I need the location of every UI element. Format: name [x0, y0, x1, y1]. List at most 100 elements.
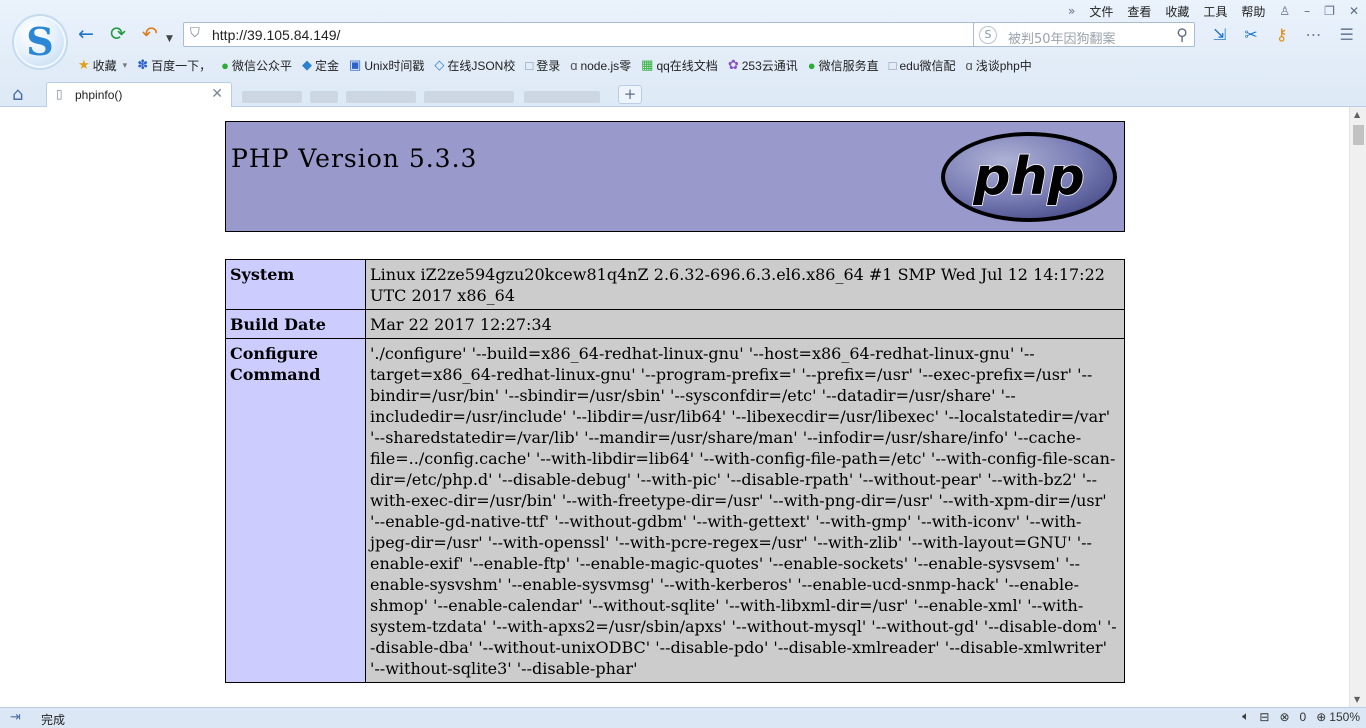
bookmark-label: node.js零 — [580, 58, 632, 73]
restore-icon[interactable]: ❐ — [1317, 4, 1342, 18]
status-tools: 🔈︎ ⊟ ⊗ 0 ⊕ 150% — [1232, 709, 1360, 724]
bookmark-item[interactable]: ★ 收藏 ▾ — [78, 57, 127, 74]
more-icon[interactable]: ⋯ — [1297, 25, 1331, 44]
menu-file[interactable]: 文件 — [1082, 3, 1120, 20]
bookmark-item[interactable]: ▦ qq在线文档 — [641, 57, 718, 74]
bookmark-icon: ɑ — [570, 57, 578, 73]
toolbar-icons: ⇲ ✂ ⚷ ⋯ ☰ — [1204, 22, 1363, 47]
skin-icon[interactable]: ♙ — [1272, 4, 1297, 18]
menu-help[interactable]: 帮助 — [1234, 3, 1272, 20]
bookmark-icon: ◆ — [302, 57, 312, 72]
volume-icon[interactable]: 🔈︎ — [1242, 709, 1249, 724]
php-version-header: PHP Version 5.3.3 php — [225, 121, 1125, 232]
search-box[interactable]: S 被判50年因狗翻案 ⚲ — [973, 22, 1195, 47]
row-value: './configure' '--build=x86_64-redhat-lin… — [365, 338, 1125, 683]
search-icon[interactable]: ⚲ — [1176, 25, 1188, 44]
bookmark-icon: ɑ — [965, 57, 973, 73]
row-key: System — [225, 259, 366, 310]
chevron-down-icon[interactable]: ▾ — [123, 60, 128, 71]
bookmark-item[interactable]: ɑ 浅谈php中 — [966, 57, 1032, 74]
bookmark-icon: ● — [807, 57, 816, 73]
bookmark-icon: ▦ — [641, 57, 654, 72]
status-bar: ⇥ 完成 🔈︎ ⊟ ⊗ 0 ⊕ 150% — [0, 707, 1366, 728]
bookmark-icon: ● — [221, 57, 229, 73]
bookmark-icon: ★ — [78, 57, 90, 72]
sidebar-toggle-icon[interactable]: ⇥ — [10, 710, 21, 725]
row-key: Configure Command — [225, 338, 366, 683]
expand-icon[interactable]: » — [1061, 4, 1082, 18]
bookmarks-bar: ★ 收藏 ▾ ✽ 百度一下， ● 微信公众平 ◆ 定金 ▣ Unix时间戳 ◇ 在线JSON校 □ 登录 ɑ… — [78, 54, 1366, 76]
menu-tools[interactable]: 工具 — [1196, 3, 1234, 20]
bookmark-item[interactable]: ◇ 在线JSON校 — [434, 57, 515, 74]
bookmark-icon: □ — [525, 57, 534, 73]
scroll-up-icon[interactable]: ▲ — [1354, 110, 1360, 119]
address-url[interactable]: http://39.105.84.149/ — [212, 27, 340, 43]
bookmark-icon: ✿ — [727, 57, 739, 72]
php-version-title: PHP Version 5.3.3 — [231, 144, 478, 173]
bookmark-label: 微信服务直 — [818, 58, 879, 73]
bookmark-item[interactable]: □ 登录 — [525, 57, 560, 74]
search-placeholder[interactable]: 被判50年因狗翻案 — [1008, 28, 1116, 47]
tab-redacted[interactable] — [234, 85, 610, 107]
bookmark-label: qq在线文档 — [656, 58, 718, 73]
tab-title: phpinfo() — [75, 88, 123, 102]
adblock-icon[interactable]: ⊗ — [1279, 710, 1289, 724]
minimize-icon[interactable]: – — [1297, 4, 1317, 18]
bookmark-icon: ◇ — [434, 57, 445, 72]
home-icon[interactable]: ⌂ — [12, 84, 23, 105]
close-tab-icon[interactable]: ✕ — [211, 86, 223, 102]
scroll-down-icon[interactable]: ▼ — [1354, 695, 1360, 704]
bookmark-label: 在线JSON校 — [447, 58, 516, 73]
bookmark-item[interactable]: ● 微信公众平 — [221, 57, 292, 74]
address-bar[interactable]: ⛉ http://39.105.84.149/ ϟ ☆ ▼ — [183, 22, 1043, 47]
row-value: Linux iZ2ze594gzu20kcew81q4nZ 2.6.32-696… — [365, 259, 1125, 310]
table-row: Build Date Mar 22 2017 12:27:34 — [225, 309, 1125, 339]
bookmark-icon: □ — [888, 57, 897, 73]
vertical-scrollbar[interactable]: ▲ ▼ — [1349, 107, 1366, 707]
status-text: 完成 — [41, 713, 66, 727]
bookmark-label: 253云通讯 — [741, 58, 798, 73]
bookmark-label: 微信公众平 — [231, 58, 292, 73]
navigation-row: ← ⟳ ↶ ▼ ⛉ http://39.105.84.149/ ϟ ☆ ▼ S … — [76, 20, 1366, 48]
bookmark-item[interactable]: ɑ node.js零 — [570, 57, 631, 74]
menu-view[interactable]: 查看 — [1120, 3, 1158, 20]
bookmark-label: edu微信配 — [899, 58, 956, 73]
bookmark-item[interactable]: ▣ Unix时间戳 — [349, 57, 424, 74]
bookmark-label: 百度一下， — [151, 58, 212, 73]
zoom-level[interactable]: 150% — [1329, 710, 1360, 724]
close-window-icon[interactable]: ✕ — [1342, 4, 1366, 18]
tab-phpinfo[interactable]: ▯ phpinfo() ✕ — [46, 82, 232, 107]
browser-logo[interactable]: S — [12, 14, 68, 70]
bookmark-item[interactable]: ● 微信服务直 — [808, 57, 879, 74]
table-row: Configure Command './configure' '--build=… — [225, 338, 1125, 683]
back-icon[interactable]: ← — [78, 23, 94, 45]
menu-bar: » 文件 查看 收藏 工具 帮助 ♙ – ❐ ✕ — [1061, 2, 1366, 20]
bookmark-item[interactable]: ◆ 定金 — [302, 57, 339, 74]
bookmark-label: 定金 — [315, 58, 340, 73]
key-icon[interactable]: ⚷ — [1267, 25, 1297, 44]
download-icon[interactable]: ⊟ — [1259, 710, 1269, 724]
bookmark-label: 浅谈php中 — [975, 58, 1032, 73]
undo-close-icon[interactable]: ↶ — [142, 23, 158, 45]
refresh-icon[interactable]: ⟳ — [110, 23, 126, 45]
table-row: System Linux iZ2ze594gzu20kcew81q4nZ 2.6.… — [225, 259, 1125, 310]
zoom-icon[interactable]: ⊕ — [1316, 710, 1326, 724]
bookmark-label: 收藏 — [92, 58, 117, 73]
security-shield-icon[interactable]: ⛉ — [190, 26, 200, 41]
row-value: Mar 22 2017 12:27:34 — [365, 309, 1125, 339]
browser-chrome: S » 文件 查看 收藏 工具 帮助 ♙ – ❐ ✕ ← ⟳ ↶ ▼ ⛉ htt… — [0, 0, 1366, 107]
menu-favorites[interactable]: 收藏 — [1158, 3, 1196, 20]
scrollbar-thumb[interactable] — [1353, 125, 1364, 145]
bookmark-item[interactable]: □ edu微信配 — [889, 57, 956, 74]
adblock-count: 0 — [1299, 709, 1307, 724]
new-tab-button[interactable]: + — [618, 85, 642, 104]
chevron-down-icon[interactable]: ▼ — [166, 28, 173, 50]
menu-icon[interactable]: ☰ — [1331, 25, 1363, 44]
bookmark-icon: ▣ — [349, 57, 362, 72]
search-engine-icon[interactable]: S — [979, 26, 997, 44]
scissors-icon[interactable]: ✂ — [1235, 25, 1266, 44]
bookmark-item[interactable]: ✿ 253云通讯 — [728, 57, 798, 74]
bookmark-item[interactable]: ✽ 百度一下， — [137, 57, 211, 74]
row-key: Build Date — [225, 309, 366, 339]
sync-icon[interactable]: ⇲ — [1204, 25, 1235, 44]
